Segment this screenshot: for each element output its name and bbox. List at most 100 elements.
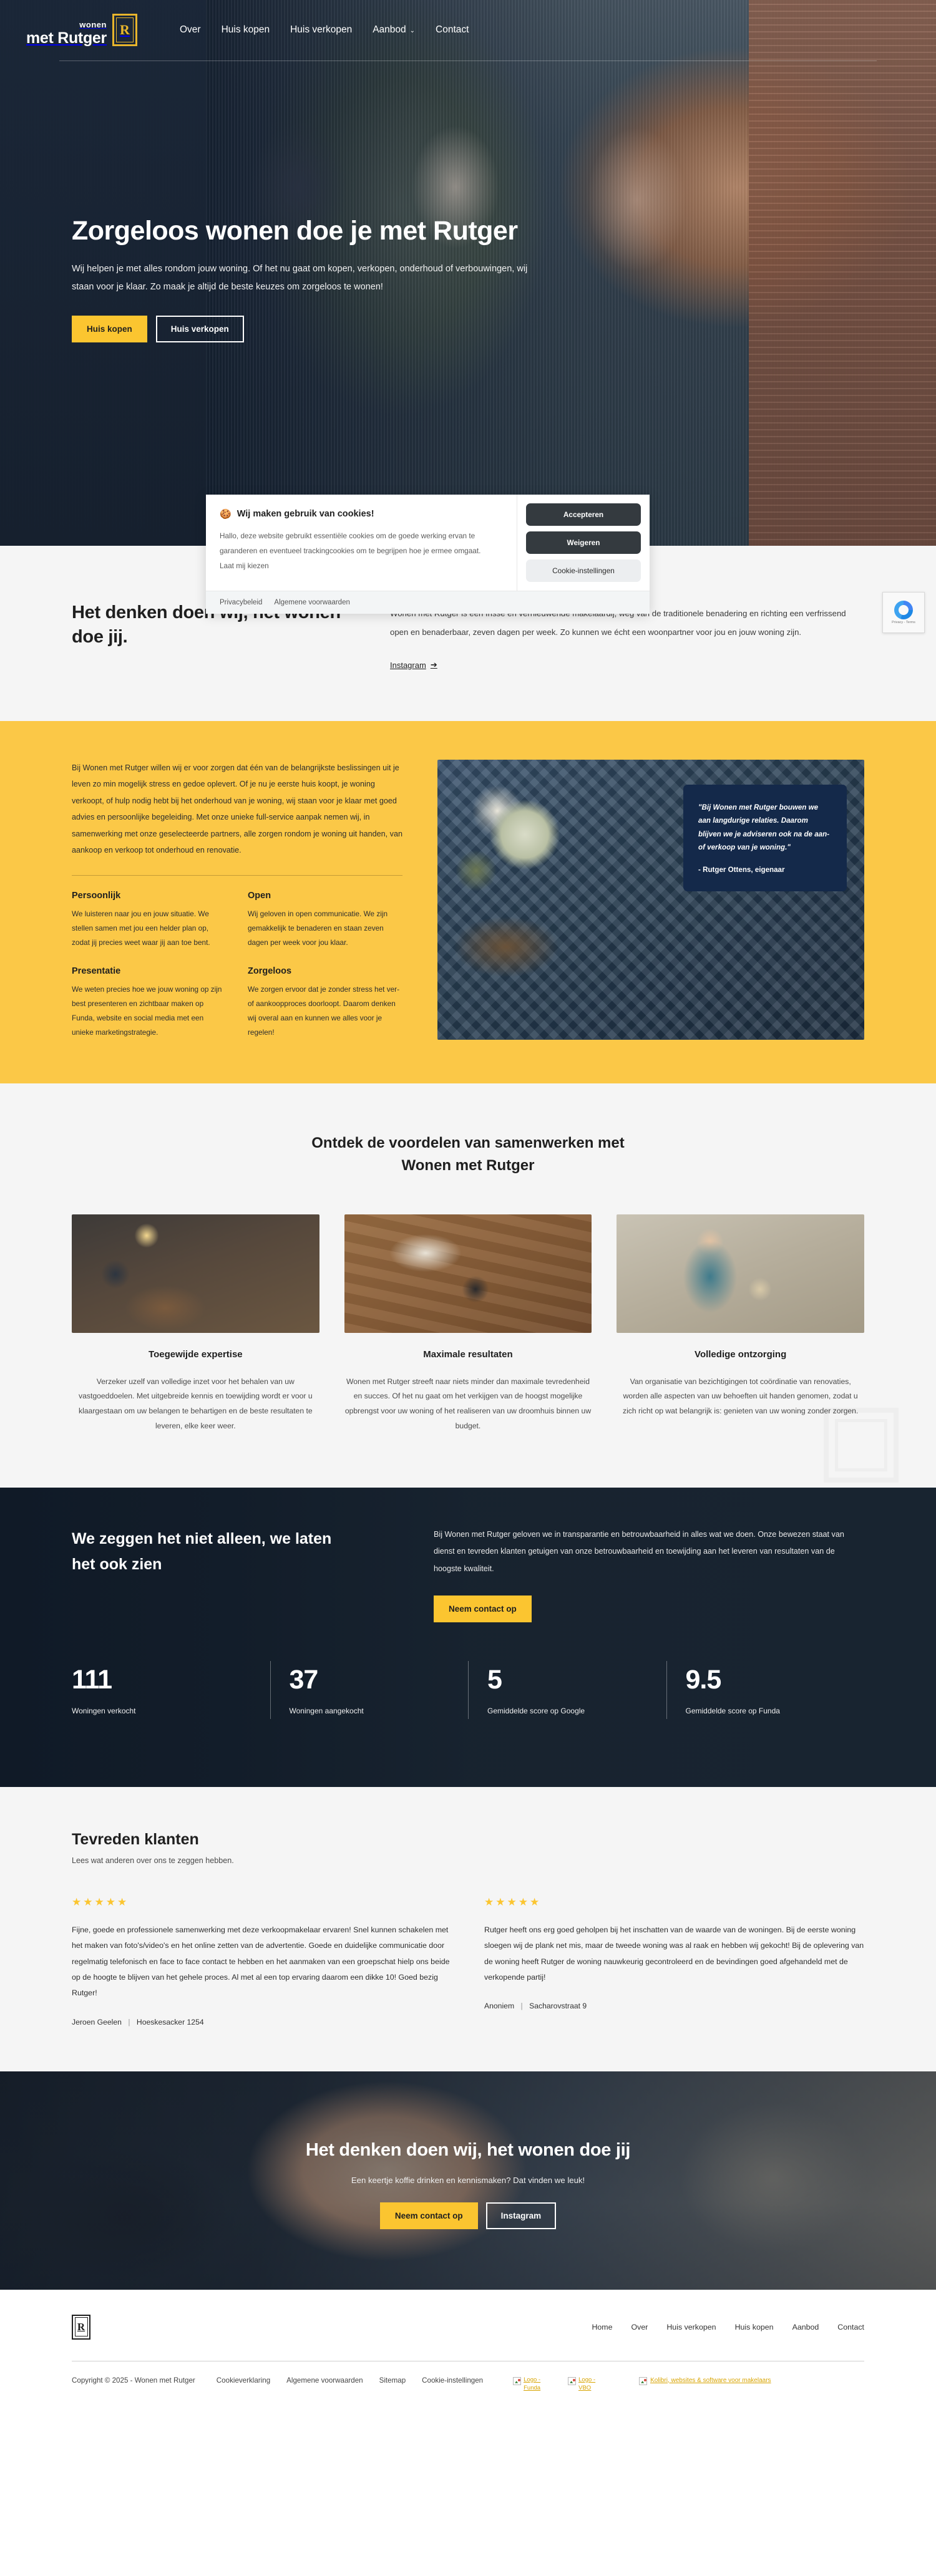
- review-author: Anoniem | Sacharovstraat 9: [484, 2002, 864, 2010]
- stats-grid: 111 Woningen verkocht 37 Woningen aangek…: [72, 1660, 865, 1719]
- chevron-down-icon: ⌄: [409, 27, 416, 34]
- cookie-decline-button[interactable]: Weigeren: [526, 531, 641, 554]
- stats-cta-wrap: Neem contact op: [434, 1595, 864, 1622]
- nav-item-huis-kopen[interactable]: Huis kopen: [222, 24, 270, 36]
- footer-legal-links: Cookieverklaring Algemene voorwaarden Si…: [217, 2376, 483, 2385]
- cookie-dialog-header: 🍪 Wij maken gebruik van cookies!: [220, 508, 502, 520]
- nav-item-contact[interactable]: Contact: [436, 24, 469, 36]
- funda-logo-broken-image[interactable]: Logo - Funda: [513, 2376, 552, 2393]
- broken-image-icon: [568, 2376, 577, 2385]
- nav-label: Over: [179, 24, 201, 35]
- usp-grid: Persoonlijk We luisteren naar jou en jou…: [72, 891, 402, 1040]
- cookie-dialog-description: Hallo, deze website gebruikt essentiële …: [220, 531, 481, 556]
- hero-section: wonen met Rutger R Over Huis kopen Huis …: [0, 0, 936, 546]
- benefit-card-ontzorging: Volledige ontzorging Van organisatie van…: [617, 1214, 864, 1434]
- footer-nav-aanbod[interactable]: Aanbod: [792, 2323, 819, 2331]
- nav-item-aanbod[interactable]: Aanbod ⌄: [373, 24, 415, 36]
- hero-buy-button[interactable]: Huis kopen: [72, 315, 147, 342]
- brand-r-letter: R: [120, 22, 130, 37]
- cookie-let-me-choose-link[interactable]: Laat mij kiezen: [220, 561, 269, 570]
- usp-presentatie: Presentatie We weten precies hoe we jouw…: [72, 966, 227, 1040]
- cta-section: Het denken doen wij, het wonen doe jij E…: [0, 2071, 936, 2290]
- cookie-privacy-link[interactable]: Privacybeleid: [220, 599, 262, 606]
- benefit-card-image: [617, 1214, 864, 1333]
- owner-quote-author: - Rutger Ottens, eigenaar: [698, 865, 785, 874]
- benefits-section: Ontdek de voordelen van samenwerken met …: [0, 1083, 936, 1488]
- about-yellow-section: Bij Wonen met Rutger willen wij er voor …: [0, 720, 936, 1083]
- reviews-heading: Tevreden klanten: [72, 1830, 199, 1848]
- broken-image-icon: [513, 2376, 522, 2385]
- usp-title: Zorgeloos: [248, 966, 292, 976]
- hero-photo-right-bricks: [749, 0, 936, 546]
- cookie-terms-link[interactable]: Algemene voorwaarden: [274, 599, 349, 606]
- brand-logo[interactable]: wonen met Rutger R: [26, 14, 137, 46]
- cookie-dialog-actions: Accepteren Weigeren Cookie-instellingen: [517, 495, 650, 591]
- background-logo-watermark: [824, 1408, 899, 1483]
- usp-body: We zorgen ervoor dat je zonder stress he…: [248, 984, 400, 1037]
- owner-quote-card: "Bij Wonen met Rutger bouwen we aan lang…: [683, 784, 847, 891]
- review-item: ★★★★★ Rutger heeft ons erg goed geholpen…: [484, 1896, 864, 2026]
- benefit-card-image: [344, 1214, 592, 1333]
- stat-funda-score: 9.5 Gemiddelde score op Funda: [666, 1660, 865, 1719]
- footer-logo-icon[interactable]: R: [72, 2314, 90, 2340]
- intro-heading-line2: doe jij.: [72, 627, 128, 647]
- cookie-accept-button[interactable]: Accepteren: [526, 503, 641, 526]
- footer-link-algemene-voorwaarden[interactable]: Algemene voorwaarden: [286, 2376, 363, 2385]
- footer-link-cookieverklaring[interactable]: Cookieverklaring: [217, 2376, 270, 2385]
- usp-body: We luisteren naar jou en jouw situatie. …: [72, 909, 210, 947]
- review-author-separator: |: [520, 2002, 523, 2011]
- kolibri-partner-link[interactable]: Kolibri, websites & software voor makela…: [639, 2376, 771, 2385]
- review-author-location: Hoeskesacker 1254: [136, 2017, 204, 2026]
- footer-nav-huis-kopen[interactable]: Huis kopen: [735, 2323, 774, 2331]
- recaptcha-badge[interactable]: Privacy - Terms: [882, 592, 925, 633]
- review-author-name: Anoniem: [484, 2002, 515, 2011]
- stat-woningen-verkocht: 111 Woningen verkocht: [72, 1661, 270, 1719]
- nav-item-huis-verkopen[interactable]: Huis verkopen: [290, 24, 352, 36]
- footer-navigation: Home Over Huis verkopen Huis kopen Aanbo…: [592, 2323, 864, 2331]
- footer-nav-contact[interactable]: Contact: [837, 2323, 864, 2331]
- review-list: ★★★★★ Fijne, goede en professionele same…: [72, 1896, 864, 2026]
- usp-title: Persoonlijk: [72, 890, 121, 901]
- hero-sell-button[interactable]: Huis verkopen: [155, 315, 244, 342]
- partner-logos: Logo - Funda Logo - VBO: [513, 2376, 607, 2393]
- site-header: wonen met Rutger R Over Huis kopen Huis …: [0, 0, 936, 46]
- recaptcha-icon: [894, 601, 913, 619]
- site-footer: R Home Over Huis verkopen Huis kopen Aan…: [0, 2289, 936, 2408]
- footer-nav-huis-verkopen[interactable]: Huis verkopen: [666, 2323, 716, 2331]
- stat-label: Gemiddelde score op Funda: [685, 1706, 780, 1715]
- kolibri-link-label: Kolibri, websites & software voor makela…: [650, 2376, 771, 2384]
- usp-title: Presentatie: [72, 966, 121, 976]
- benefits-heading-line1: Ontdek de voordelen van samenwerken met: [311, 1134, 625, 1151]
- usp-body: Wij geloven in open communicatie. We zij…: [248, 909, 388, 947]
- stats-paragraph: Bij Wonen met Rutger geloven we in trans…: [434, 1529, 844, 1574]
- instagram-link[interactable]: Instagram ➔: [390, 660, 437, 670]
- benefit-cards: Toegewijde expertise Verzeker uzelf van …: [72, 1214, 864, 1434]
- page-root: wonen met Rutger R Over Huis kopen Huis …: [0, 0, 936, 2408]
- cookie-dialog-text: 🍪 Wij maken gebruik van cookies! Hallo, …: [206, 495, 517, 591]
- cookie-consent-dialog: 🍪 Wij maken gebruik van cookies! Hallo, …: [206, 495, 650, 614]
- stat-google-score: 5 Gemiddelde score op Google: [468, 1660, 666, 1719]
- footer-bottom: Copyright © 2025 - Wonen met Rutger Cook…: [72, 2376, 864, 2393]
- stat-woningen-aangekocht: 37 Woningen aangekocht: [270, 1660, 469, 1719]
- vbo-logo-broken-image[interactable]: Logo - VBO: [568, 2376, 607, 2393]
- usp-zorgeloos: Zorgeloos We zorgen ervoor dat je zonder…: [248, 966, 402, 1040]
- cookie-dialog-main: 🍪 Wij maken gebruik van cookies! Hallo, …: [206, 495, 650, 591]
- cta-heading: Het denken doen wij, het wonen doe jij: [305, 2139, 631, 2160]
- usp-persoonlijk: Persoonlijk We luisteren naar jou en jou…: [72, 891, 227, 950]
- footer-link-sitemap[interactable]: Sitemap: [379, 2376, 406, 2385]
- footer-nav-over[interactable]: Over: [631, 2323, 648, 2331]
- brand-wordmark: wonen met Rutger: [26, 21, 107, 46]
- cta-instagram-button[interactable]: Instagram: [485, 2202, 557, 2229]
- brand-name-label: met Rutger: [26, 29, 107, 47]
- hero-buttons: Huis kopen Huis verkopen: [72, 315, 549, 342]
- cookie-settings-button[interactable]: Cookie-instellingen: [526, 559, 641, 582]
- nav-item-over[interactable]: Over: [180, 24, 201, 36]
- footer-link-cookie-instellingen[interactable]: Cookie-instellingen: [422, 2376, 483, 2385]
- cta-contact-button[interactable]: Neem contact op: [379, 2202, 478, 2229]
- footer-nav-home[interactable]: Home: [592, 2323, 612, 2331]
- stats-top: We zeggen het niet alleen, we laten het …: [72, 1526, 864, 1622]
- benefit-card-body: Verzeker uzelf van volledige inzet voor …: [78, 1377, 313, 1430]
- stats-contact-button[interactable]: Neem contact op: [434, 1595, 532, 1622]
- about-text-column: Bij Wonen met Rutger willen wij er voor …: [72, 760, 402, 1040]
- stats-heading-line2: het ook zien: [72, 1555, 162, 1573]
